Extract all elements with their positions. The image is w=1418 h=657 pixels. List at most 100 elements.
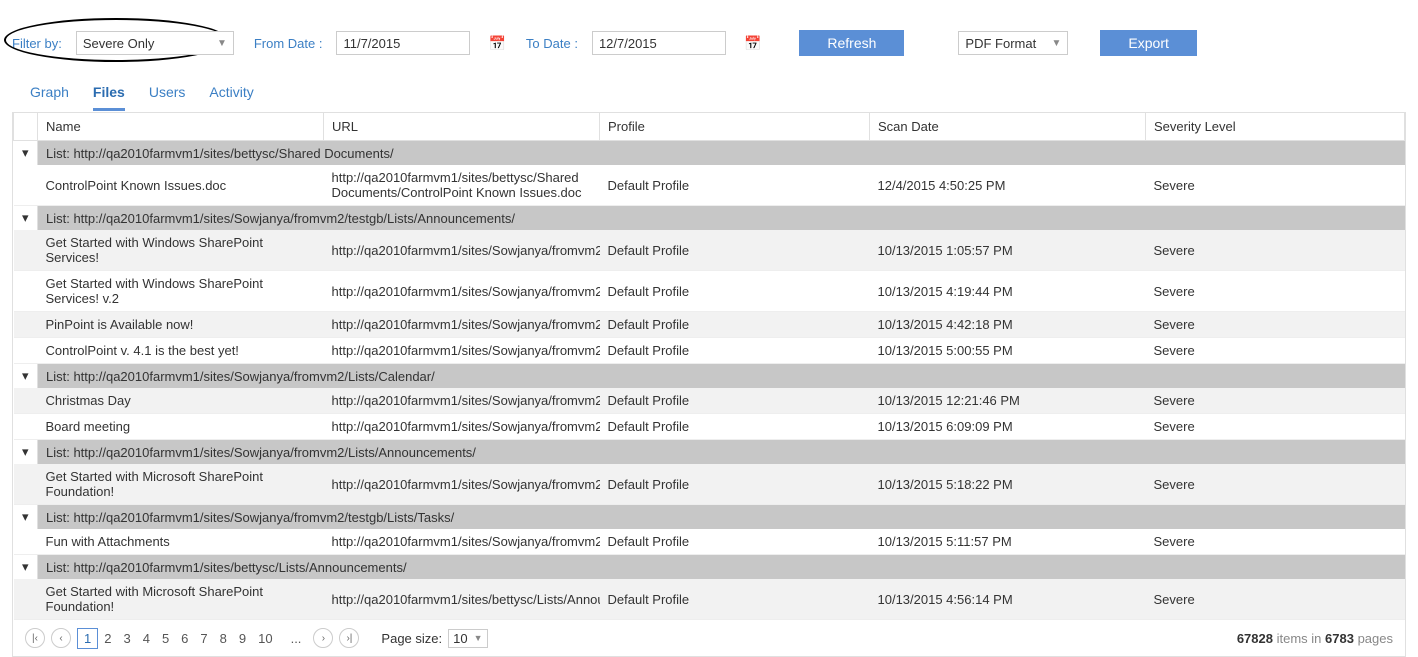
tab-activity[interactable]: Activity: [209, 76, 253, 111]
cell-severity: Severe: [1146, 338, 1405, 364]
group-header-row: ▾List: http://qa2010farmvm1/sites/Sowjan…: [14, 206, 1405, 231]
total-pages: 6783: [1325, 631, 1354, 646]
pager-page-1[interactable]: 1: [77, 628, 98, 649]
cell-profile: Default Profile: [600, 464, 870, 505]
cell-severity: Severe: [1146, 165, 1405, 206]
cell-url: http://qa2010farmvm1/sites/Sowjanya/from…: [324, 388, 600, 414]
page-size-select[interactable]: 10 ▼: [448, 629, 487, 648]
group-header-label: List: http://qa2010farmvm1/sites/bettysc…: [38, 141, 1405, 166]
cell-url: http://qa2010farmvm1/sites/bettysc/Share…: [324, 165, 600, 206]
column-scan-date[interactable]: Scan Date: [870, 113, 1146, 141]
group-collapse-icon[interactable]: ▾: [14, 206, 38, 231]
pager-page-3[interactable]: 3: [117, 629, 136, 648]
cell-profile: Default Profile: [600, 388, 870, 414]
pager-page-4[interactable]: 4: [137, 629, 156, 648]
cell-name: Get Started with Windows SharePoint Serv…: [38, 271, 324, 312]
cell-profile: Default Profile: [600, 338, 870, 364]
export-button[interactable]: Export: [1100, 30, 1196, 56]
column-toggle: [14, 113, 38, 141]
pager-page-7[interactable]: 7: [194, 629, 213, 648]
cell-profile: Default Profile: [600, 271, 870, 312]
cell-profile: Default Profile: [600, 230, 870, 271]
table-row[interactable]: Board meetinghttp://qa2010farmvm1/sites/…: [14, 414, 1405, 440]
cell-name: ControlPoint Known Issues.doc: [38, 165, 324, 206]
group-collapse-icon[interactable]: ▾: [14, 440, 38, 465]
pager-page-6[interactable]: 6: [175, 629, 194, 648]
tab-bar: Graph Files Users Activity: [0, 66, 1418, 112]
cell-scan-date: 10/13/2015 12:21:46 PM: [870, 388, 1146, 414]
cell-name: Get Started with Microsoft SharePoint Fo…: [38, 464, 324, 505]
pager: |‹ ‹ 12345678910 ... › ›| Page size: 10 …: [13, 620, 1405, 656]
cell-scan-date: 12/4/2015 4:50:25 PM: [870, 165, 1146, 206]
tab-users[interactable]: Users: [149, 76, 186, 111]
filter-by-label: Filter by:: [12, 36, 62, 51]
pager-last-icon[interactable]: ›|: [339, 628, 359, 648]
column-name[interactable]: Name: [38, 113, 324, 141]
group-collapse-icon[interactable]: ▾: [14, 505, 38, 530]
table-row[interactable]: Get Started with Windows SharePoint Serv…: [14, 230, 1405, 271]
cell-scan-date: 10/13/2015 1:05:57 PM: [870, 230, 1146, 271]
table-row[interactable]: ControlPoint v. 4.1 is the best yet!http…: [14, 338, 1405, 364]
cell-url: http://qa2010farmvm1/sites/bettysc/Lists…: [324, 579, 600, 620]
cell-url: http://qa2010farmvm1/sites/Sowjanya/from…: [324, 464, 600, 505]
cell-scan-date: 10/13/2015 5:18:22 PM: [870, 464, 1146, 505]
pager-page-9[interactable]: 9: [233, 629, 252, 648]
cell-profile: Default Profile: [600, 529, 870, 555]
export-format-select[interactable]: PDF Format ▼: [958, 31, 1068, 55]
pager-page-8[interactable]: 8: [214, 629, 233, 648]
tab-files[interactable]: Files: [93, 76, 125, 111]
cell-severity: Severe: [1146, 388, 1405, 414]
group-collapse-icon[interactable]: ▾: [14, 141, 38, 166]
refresh-button[interactable]: Refresh: [799, 30, 904, 56]
group-collapse-icon[interactable]: ▾: [14, 364, 38, 389]
to-date-value: 12/7/2015: [599, 36, 657, 51]
pager-next-icon[interactable]: ›: [313, 628, 333, 648]
cell-name: Get Started with Windows SharePoint Serv…: [38, 230, 324, 271]
from-date-label: From Date :: [254, 36, 323, 51]
table-row[interactable]: Get Started with Microsoft SharePoint Fo…: [14, 579, 1405, 620]
group-header-row: ▾List: http://qa2010farmvm1/sites/Sowjan…: [14, 505, 1405, 530]
cell-profile: Default Profile: [600, 579, 870, 620]
cell-url: http://qa2010farmvm1/sites/Sowjanya/from…: [324, 230, 600, 271]
table-row[interactable]: Get Started with Windows SharePoint Serv…: [14, 271, 1405, 312]
column-header-row: Name URL Profile Scan Date Severity Leve…: [14, 113, 1405, 141]
cell-name: PinPoint is Available now!: [38, 312, 324, 338]
cell-name: Fun with Attachments: [38, 529, 324, 555]
group-collapse-icon[interactable]: ▾: [14, 555, 38, 580]
group-header-row: ▾List: http://qa2010farmvm1/sites/bettys…: [14, 555, 1405, 580]
from-date-input[interactable]: 11/7/2015: [336, 31, 470, 55]
pager-page-2[interactable]: 2: [98, 629, 117, 648]
chevron-down-icon: ▼: [474, 633, 483, 643]
pager-page-5[interactable]: 5: [156, 629, 175, 648]
pager-prev-icon[interactable]: ‹: [51, 628, 71, 648]
page-size-label: Page size:: [381, 631, 442, 646]
tab-graph[interactable]: Graph: [30, 76, 69, 111]
calendar-icon[interactable]: 📅: [488, 35, 505, 52]
table-row[interactable]: Get Started with Microsoft SharePoint Fo…: [14, 464, 1405, 505]
cell-scan-date: 10/13/2015 5:00:55 PM: [870, 338, 1146, 364]
cell-scan-date: 10/13/2015 6:09:09 PM: [870, 414, 1146, 440]
table-row[interactable]: PinPoint is Available now!http://qa2010f…: [14, 312, 1405, 338]
to-date-input[interactable]: 12/7/2015: [592, 31, 726, 55]
filter-by-select[interactable]: Severe Only ▼: [76, 31, 234, 55]
cell-severity: Severe: [1146, 414, 1405, 440]
table-row[interactable]: Fun with Attachmentshttp://qa2010farmvm1…: [14, 529, 1405, 555]
cell-severity: Severe: [1146, 230, 1405, 271]
column-url[interactable]: URL: [324, 113, 600, 141]
column-severity[interactable]: Severity Level: [1146, 113, 1405, 141]
column-profile[interactable]: Profile: [600, 113, 870, 141]
table-row[interactable]: ControlPoint Known Issues.dochttp://qa20…: [14, 165, 1405, 206]
chevron-down-icon: ▼: [217, 38, 227, 49]
group-header-row: ▾List: http://qa2010farmvm1/sites/Sowjan…: [14, 364, 1405, 389]
pager-page-10[interactable]: 10: [252, 629, 278, 648]
export-format-value: PDF Format: [965, 36, 1036, 51]
cell-severity: Severe: [1146, 464, 1405, 505]
calendar-icon[interactable]: 📅: [744, 35, 761, 52]
cell-profile: Default Profile: [600, 414, 870, 440]
pager-first-icon[interactable]: |‹: [25, 628, 45, 648]
cell-severity: Severe: [1146, 312, 1405, 338]
table-row[interactable]: Christmas Dayhttp://qa2010farmvm1/sites/…: [14, 388, 1405, 414]
pager-ellipsis: ...: [285, 629, 308, 648]
cell-scan-date: 10/13/2015 5:11:57 PM: [870, 529, 1146, 555]
cell-url: http://qa2010farmvm1/sites/Sowjanya/from…: [324, 338, 600, 364]
